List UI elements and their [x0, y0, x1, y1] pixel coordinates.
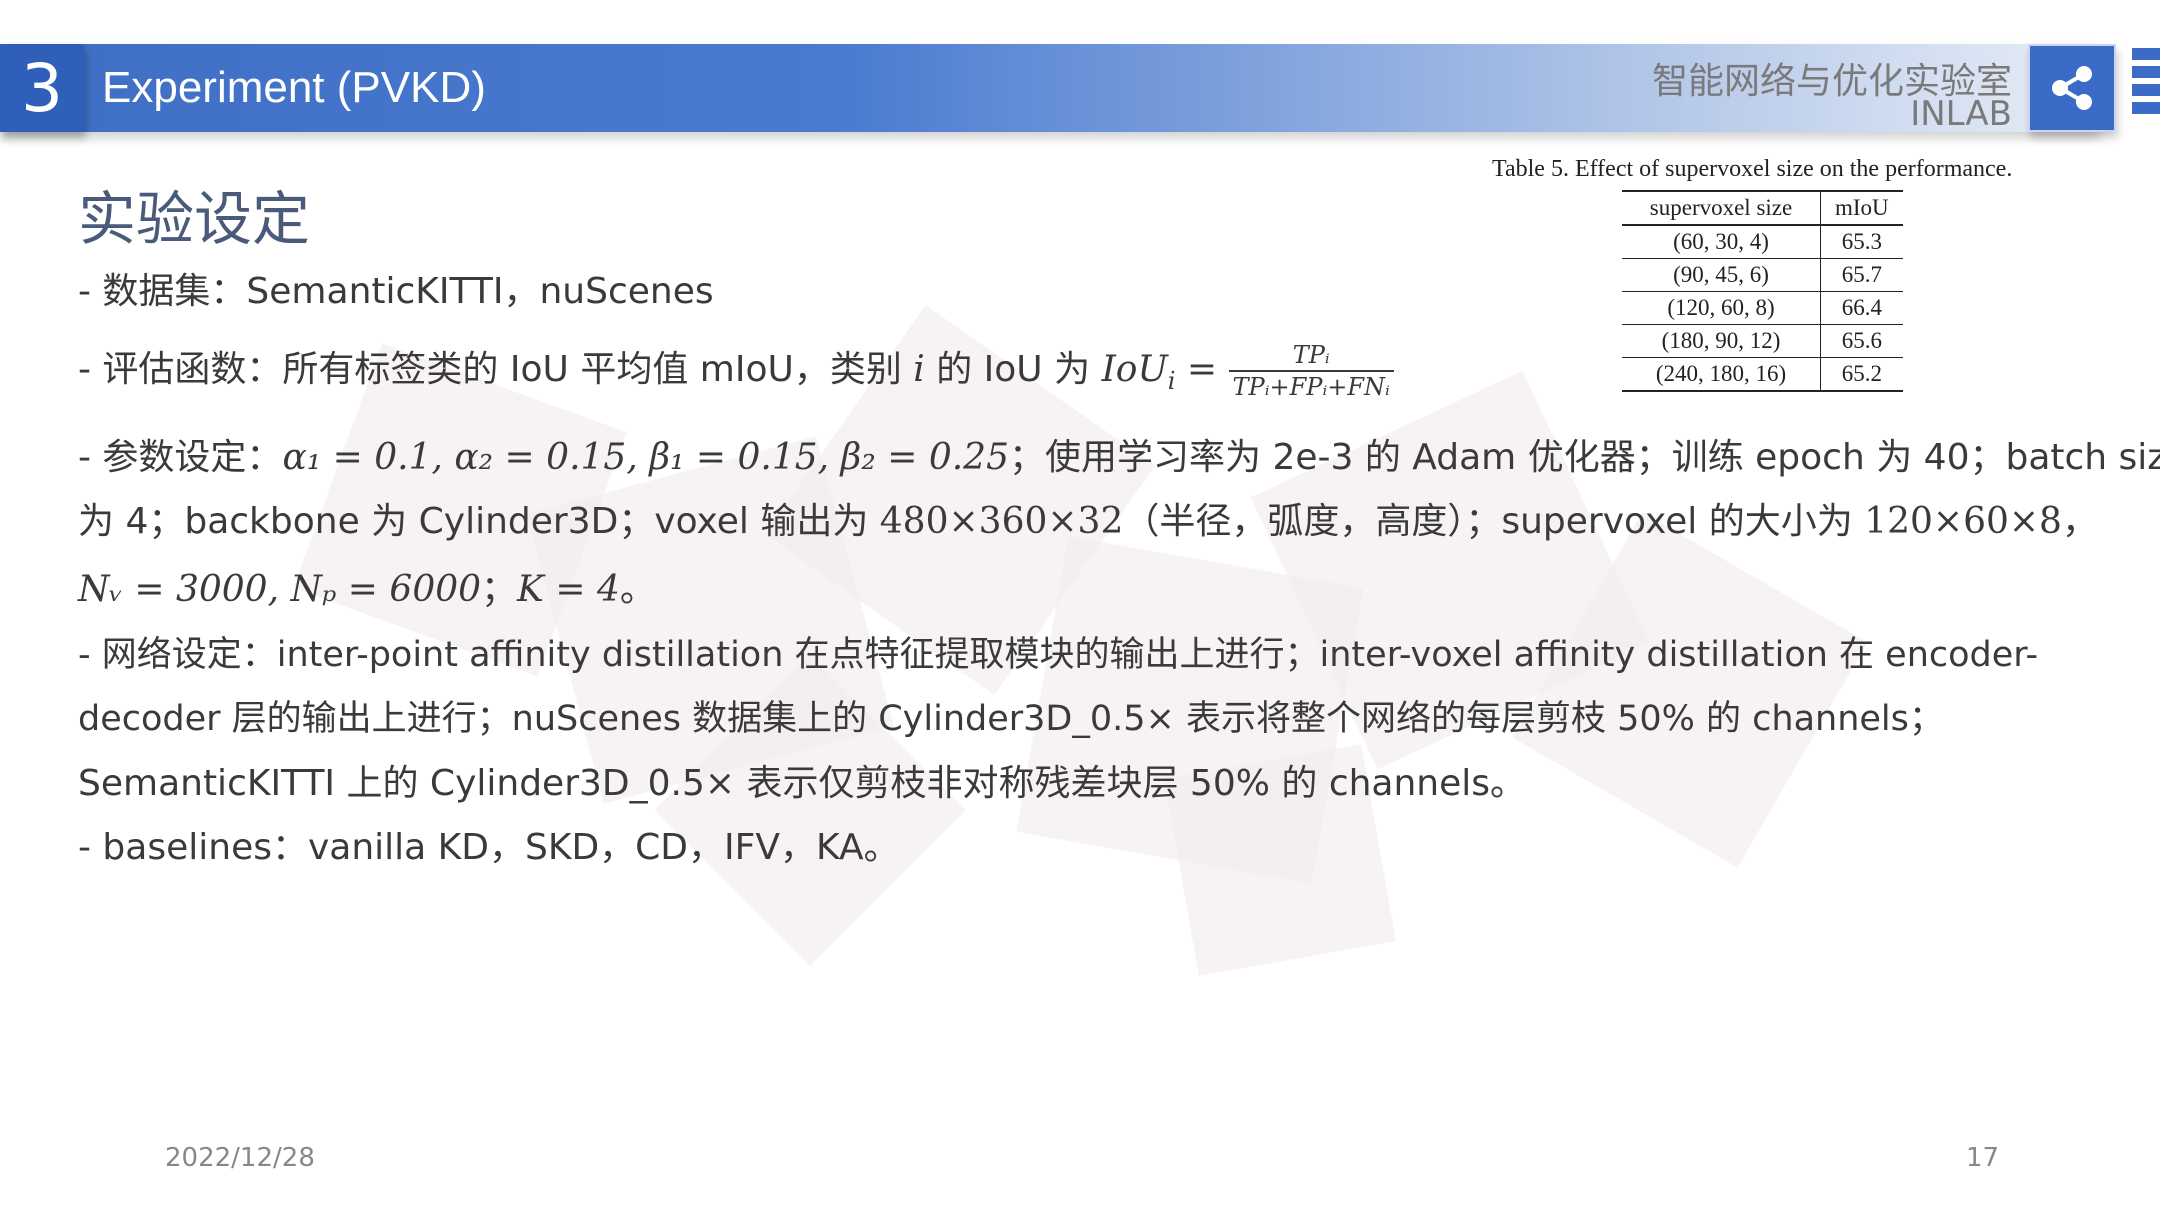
footer-date: 2022/12/28	[165, 1143, 315, 1173]
slide-title: Experiment (PVKD)	[102, 63, 486, 112]
iou-lhs: IoU	[1101, 349, 1168, 390]
supervoxel-table: supervoxel size mIoU (60, 30, 4) 65.3 (90…	[1622, 190, 1903, 392]
network-line-3: SemanticKITTI 上的 Cylinder3D_0.5× 表示仅剪枝非对…	[78, 763, 1527, 804]
metric-line: - 评估函数：所有标签类的 IoU 平均值 mIoU，类别 i 的 IoU 为 …	[78, 340, 1394, 402]
table-cell: 65.2	[1820, 357, 1903, 392]
table-cell: (60, 30, 4)	[1622, 225, 1821, 259]
table-cell: (180, 90, 12)	[1622, 324, 1821, 358]
section-number: 3	[0, 44, 84, 132]
iou-fraction: TPᵢ TPᵢ+FPᵢ+FNᵢ	[1228, 340, 1394, 402]
params-line-3: Nᵥ = 3000, Nₚ = 6000；K = 4。	[78, 560, 656, 612]
share-icon	[2052, 66, 2092, 110]
params-line-1: - 参数设定：α₁ = 0.1, α₂ = 0.15, β₁ = 0.15, β…	[78, 428, 2160, 480]
metric-var-i: i	[913, 349, 925, 390]
params-comma: ，	[2061, 501, 2098, 542]
params-math: α₁ = 0.1, α₂ = 0.15, β₁ = 0.15, β₂ = 0.2…	[282, 437, 1009, 478]
table-header-miou: mIoU	[1820, 190, 1903, 226]
points-sep: ；	[481, 569, 518, 610]
params-supervoxel: （半径，弧度，高度）；supervoxel 的大小为	[1123, 501, 1865, 542]
params-prefix: - 参数设定：	[78, 437, 283, 478]
section-title: 实验设定	[78, 185, 311, 253]
voxel-output-size: 480×360×32	[879, 501, 1124, 542]
table-cell: (240, 180, 16)	[1622, 357, 1821, 392]
table-cell: 65.7	[1820, 258, 1903, 292]
params-rest: ；使用学习率为 2e-3 的 Adam 优化器；训练 epoch 为 40；ba…	[1009, 437, 2160, 478]
params-backbone: 为 4；backbone 为 Cylinder3D；voxel 输出为	[78, 501, 880, 542]
supervoxel-size: 120×60×8	[1864, 501, 2062, 542]
share-button[interactable]	[2028, 44, 2116, 132]
table-row: (90, 45, 6) 65.7	[1622, 258, 1903, 292]
table-cell: (90, 45, 6)	[1622, 258, 1821, 292]
baselines-line: - baselines：vanilla KD，SKD，CD，IFV，KA。	[78, 827, 900, 868]
lab-name-en: INLAB	[1910, 94, 2012, 134]
table-row: (120, 60, 8) 66.4	[1622, 291, 1903, 325]
k-math: K = 4	[517, 569, 620, 610]
table-cell: (120, 60, 8)	[1622, 291, 1821, 325]
table-row: (60, 30, 4) 65.3	[1622, 225, 1903, 259]
side-stripes	[2132, 48, 2160, 132]
params-line-2: 为 4；backbone 为 Cylinder3D；voxel 输出为 480×…	[78, 492, 2098, 544]
table-row: (240, 180, 16) 65.2	[1622, 357, 1903, 392]
points-math: Nᵥ = 3000, Nₚ = 6000	[78, 569, 482, 610]
table-cell: 65.6	[1820, 324, 1903, 358]
dataset-line: - 数据集：SemanticKITTI，nuScenes	[78, 271, 714, 312]
table-caption: Table 5. Effect of supervoxel size on th…	[1492, 156, 2013, 182]
metric-text: - 评估函数：所有标签类的 IoU 平均值 mIoU，类别	[78, 349, 914, 390]
iou-denominator: TPᵢ+FPᵢ+FNᵢ	[1232, 373, 1390, 401]
table-cell: 66.4	[1820, 291, 1903, 325]
iou-equals: =	[1175, 349, 1229, 390]
table-cell: 65.3	[1820, 225, 1903, 259]
iou-numerator: TPᵢ	[1228, 340, 1394, 372]
metric-text-mid: 的 IoU 为	[924, 349, 1102, 390]
table-header-supervoxel: supervoxel size	[1622, 190, 1821, 226]
table-row: (180, 90, 12) 65.6	[1622, 324, 1903, 358]
network-line-1: - 网络设定：inter-point affinity distillation…	[78, 635, 2039, 675]
page-number: 17	[1966, 1143, 2000, 1173]
network-line-2: decoder 层的输出上进行；nuScenes 数据集上的 Cylinder3…	[78, 699, 1944, 739]
points-end: 。	[619, 569, 656, 610]
